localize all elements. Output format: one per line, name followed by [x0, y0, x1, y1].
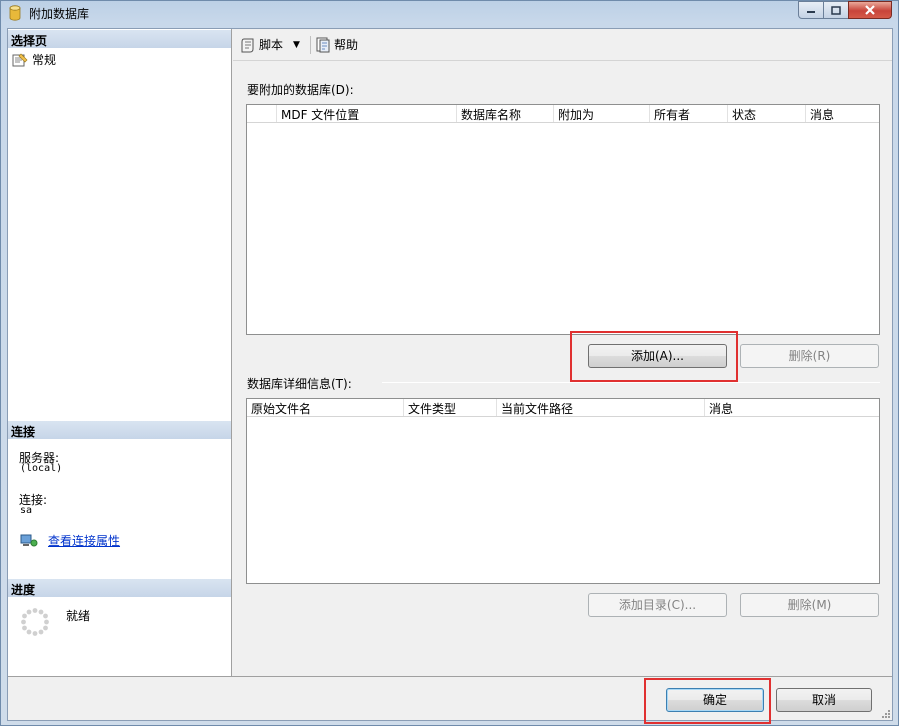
details-divider [382, 382, 880, 383]
close-button[interactable] [848, 1, 892, 19]
toolbar: 脚本 ▼ 帮助 [233, 29, 892, 61]
details-grid-header: 原始文件名 文件类型 当前文件路径 消息 [247, 399, 879, 417]
select-page-header: 选择页 [8, 29, 231, 49]
attach-database-window: 附加数据库 选择页 常规 连接 服务器: (local) 连接: sa 查看连接… [0, 0, 899, 726]
window-controls [798, 1, 892, 19]
grid-col-file-type[interactable]: 文件类型 [404, 399, 497, 416]
minimize-button[interactable] [798, 1, 824, 19]
remove-file-button[interactable]: 删除(M) [740, 593, 879, 617]
grid-col-mdf-location[interactable]: MDF 文件位置 [277, 105, 457, 122]
remove-database-button[interactable]: 删除(R) [740, 344, 879, 368]
grid-col-status[interactable]: 状态 [728, 105, 806, 122]
connection-value: sa [20, 505, 33, 516]
general-page-icon [12, 53, 28, 66]
connection-header: 连接 [8, 420, 231, 440]
view-connection-properties-row: 查看连接属性 [20, 532, 120, 549]
dialog-client-area: 选择页 常规 连接 服务器: (local) 连接: sa 查看连接属性 进度 … [7, 28, 893, 721]
window-title: 附加数据库 [29, 7, 90, 21]
script-label: 脚本 [259, 38, 284, 52]
help-button[interactable]: 帮助 [315, 36, 358, 53]
progress-header: 进度 [8, 578, 231, 598]
page-item-general[interactable]: 常规 [12, 51, 56, 68]
attach-databases-grid[interactable]: MDF 文件位置 数据库名称 附加为 所有者 状态 消息 [246, 104, 880, 335]
help-label: 帮助 [333, 38, 358, 52]
grid-col-database-name[interactable]: 数据库名称 [457, 105, 554, 122]
database-icon [9, 5, 21, 21]
view-connection-properties-link[interactable]: 查看连接属性 [48, 532, 120, 549]
dialog-footer: 确定 取消 [8, 676, 892, 720]
minimize-icon [807, 11, 815, 13]
grid-col-message[interactable]: 消息 [806, 105, 879, 122]
ok-button[interactable]: 确定 [666, 688, 764, 712]
grid-col-current-file-path[interactable]: 当前文件路径 [497, 399, 705, 416]
close-icon [865, 5, 875, 15]
grid-col-original-file-name[interactable]: 原始文件名 [247, 399, 404, 416]
add-catalog-button[interactable]: 添加目录(C)... [588, 593, 727, 617]
toolbar-separator [309, 35, 311, 54]
resize-grip-icon[interactable] [880, 708, 890, 718]
chevron-down-icon[interactable]: ▼ [293, 40, 300, 50]
attach-databases-label: 要附加的数据库(D): [247, 83, 354, 97]
script-icon [241, 38, 254, 52]
title-bar[interactable]: 附加数据库 [1, 1, 898, 25]
cancel-button[interactable]: 取消 [776, 688, 872, 712]
server-value: (local) [20, 463, 63, 474]
progress-status: 就绪 [66, 609, 91, 623]
database-details-label: 数据库详细信息(T): [247, 377, 352, 391]
left-pane: 选择页 常规 连接 服务器: (local) 连接: sa 查看连接属性 进度 … [8, 29, 232, 676]
grid-col-details-message[interactable]: 消息 [705, 399, 879, 416]
grid-col-attach-as[interactable]: 附加为 [554, 105, 650, 122]
database-details-grid[interactable]: 原始文件名 文件类型 当前文件路径 消息 [246, 398, 880, 584]
script-button[interactable]: 脚本 ▼ [240, 36, 300, 53]
progress-spinner-icon [21, 608, 49, 636]
add-database-button[interactable]: 添加(A)... [588, 344, 727, 368]
attach-grid-header: MDF 文件位置 数据库名称 附加为 所有者 状态 消息 [247, 105, 879, 123]
help-icon [316, 37, 330, 52]
maximize-icon [831, 5, 841, 15]
connection-properties-icon [20, 534, 38, 546]
page-item-label: 常规 [32, 53, 57, 67]
maximize-button[interactable] [823, 1, 849, 19]
grid-col-owner[interactable]: 所有者 [650, 105, 728, 122]
grid-col-select[interactable] [247, 105, 277, 122]
